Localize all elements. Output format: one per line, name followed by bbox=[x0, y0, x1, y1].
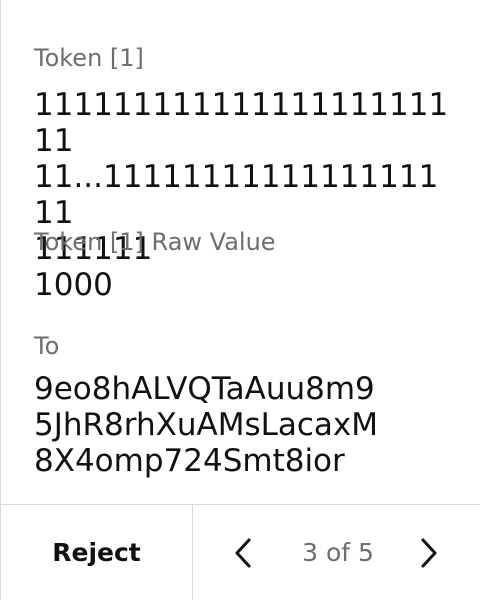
token-raw-value: 1000 bbox=[34, 267, 113, 303]
transaction-review-screen: Token [1] 11111111111111111111111 11...1… bbox=[0, 0, 480, 600]
token-label: Token [1] bbox=[34, 44, 144, 72]
chevron-right-icon[interactable] bbox=[415, 535, 443, 571]
page-indicator: 3 of 5 bbox=[302, 538, 374, 567]
pagination: 3 of 5 bbox=[193, 505, 480, 600]
reject-button[interactable]: Reject bbox=[1, 505, 193, 600]
chevron-left-icon[interactable] bbox=[229, 535, 257, 571]
to-label: To bbox=[34, 332, 60, 360]
footer-bar: Reject 3 of 5 bbox=[1, 504, 480, 600]
to-address: 9eo8hALVQTaAuu8m9 5JhR8rhXuAMsLacaxM 8X4… bbox=[34, 371, 379, 479]
token-raw-value-label: Token [1] Raw Value bbox=[34, 228, 276, 256]
